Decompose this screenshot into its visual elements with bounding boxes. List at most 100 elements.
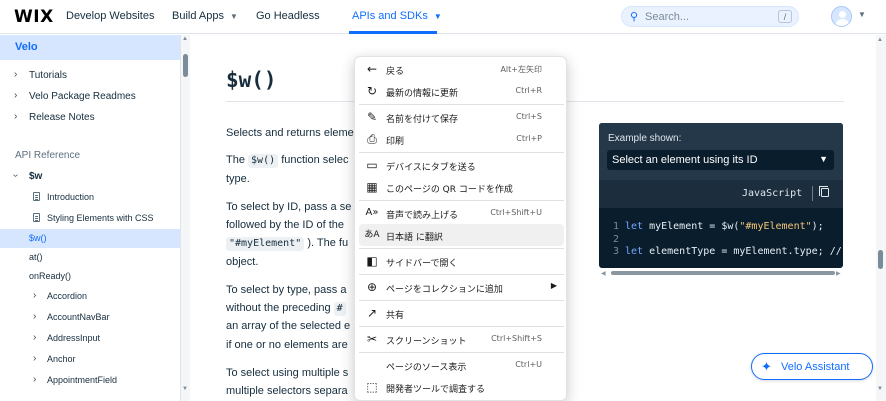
translate-icon: あA [364, 230, 380, 240]
sidebar-item-anchor[interactable]: › Anchor [0, 350, 180, 369]
menu-item-open-in-sidebar[interactable]: ◧ サイドバーで開く [359, 250, 564, 272]
scroll-up-icon[interactable]: ▲ [877, 37, 883, 43]
collection-icon: ⊕ [366, 280, 378, 294]
code-line: 3 let elementType = myElement.type; // [613, 246, 842, 257]
scroll-down-icon[interactable]: ▼ [877, 386, 883, 392]
sidebar-scroll-thumb[interactable] [183, 54, 188, 77]
menu-item-shortcut: Ctrl+Shift+U [490, 208, 542, 217]
menu-divider [359, 300, 564, 301]
nav-label: Develop Websites [66, 10, 155, 22]
scroll-right-icon[interactable]: ▶ [836, 270, 841, 277]
code-keyword: let [625, 246, 644, 257]
page-scrollbar[interactable] [876, 35, 886, 401]
sidebar-item-label: Tutorials [29, 70, 67, 81]
code-string: "#myElement" [739, 221, 812, 232]
menu-item-refresh[interactable]: ↻ 最新の情報に更新 Ctrl+R [359, 80, 564, 102]
text: ). The fu [307, 237, 349, 249]
paragraph: type. [226, 173, 250, 185]
menu-item-label: 最新の情報に更新 [386, 89, 459, 99]
nav-apis-and-sdks[interactable]: APIs and SDKs ▼ [352, 10, 442, 22]
sidebar-item-introduction[interactable]: Introduction [0, 188, 180, 207]
top-navigation: WIX Develop Websites Build Apps ▼ Go Head… [0, 0, 886, 34]
chevron-right-icon: › [33, 290, 37, 301]
scroll-down-icon[interactable]: ▼ [182, 386, 188, 392]
sidebar-item-styling-elements[interactable]: Styling Elements with CSS [0, 209, 180, 228]
nav-develop-websites[interactable]: Develop Websites [66, 10, 154, 22]
chevron-down-icon[interactable]: ▼ [858, 10, 866, 19]
sidebar-item-label: AddressInput [47, 333, 101, 343]
menu-item-send-to-device[interactable]: ▭ デバイスにタブを送る [359, 154, 564, 176]
scroll-left-icon[interactable]: ◀ [601, 270, 606, 277]
paragraph: To select by ID, pass a se [226, 201, 352, 213]
wix-logo[interactable]: WIX [14, 7, 54, 27]
paragraph: To select using multiple s [226, 367, 349, 379]
menu-item-label: サイドバーで開く [386, 259, 458, 269]
menu-item-share[interactable]: ↗ 共有 [359, 302, 564, 324]
read-aloud-icon: A» [365, 207, 379, 218]
chevron-right-icon: › [14, 111, 18, 122]
sidebar-item-onready[interactable]: onReady() [0, 267, 180, 286]
sidebar-item-velo-package-readmes[interactable]: › Velo Package Readmes [0, 87, 180, 106]
chevron-down-icon: ▼ [229, 12, 238, 21]
sidebar-header[interactable]: Velo [0, 35, 180, 60]
code-horizontal-scrollbar[interactable] [611, 271, 835, 275]
nav-build-apps[interactable]: Build Apps ▼ [172, 10, 238, 22]
sidebar-item-tutorials[interactable]: › Tutorials [0, 66, 180, 85]
chevron-right-icon: › [14, 90, 18, 101]
scroll-up-icon[interactable]: ▲ [182, 36, 188, 42]
menu-item-label: このページの QR コードを作成 [386, 185, 513, 195]
menu-item-shortcut: Ctrl+S [515, 112, 542, 121]
velo-assistant-button[interactable]: ✦ Velo Assistant [751, 353, 873, 380]
menu-item-label: 名前を付けて保存 [386, 115, 459, 125]
menu-item-back[interactable]: ← 戻る Alt+左矢印 [359, 58, 564, 80]
document-icon [33, 213, 40, 222]
sidebar-item-label: $w() [29, 233, 47, 243]
velo-assistant-label: Velo Assistant [781, 361, 850, 373]
chevron-down-icon: ▼ [433, 12, 442, 21]
menu-item-label: ページのソース表示 [386, 363, 467, 373]
sidebar-item-w-function[interactable]: $w() [0, 229, 180, 248]
sidebar-item-addressinput[interactable]: › AddressInput [0, 329, 180, 348]
paragraph: followed by the ID of the [226, 219, 345, 231]
inline-code: $w() [248, 154, 279, 168]
sidebar-item-at[interactable]: at() [0, 248, 180, 267]
active-nav-indicator [349, 31, 437, 34]
chevron-right-icon: › [33, 311, 37, 322]
avatar[interactable] [831, 6, 852, 27]
code-line: 2 [613, 234, 625, 245]
menu-item-read-aloud[interactable]: A» 音声で読み上げる Ctrl+Shift+U [359, 202, 564, 224]
sidebar-item-accordion[interactable]: › Accordion [0, 287, 180, 306]
menu-divider [359, 152, 564, 153]
menu-item-label: 印刷 [386, 137, 405, 147]
line-number: 1 [613, 221, 620, 232]
paragraph: without the preceding # [226, 302, 346, 316]
language-label: JavaScript [742, 188, 803, 199]
menu-item-label: デバイスにタブを送る [386, 163, 476, 173]
sidebar-item-accountnavbar[interactable]: › AccountNavBar [0, 308, 180, 327]
search-shortcut-key: / [778, 10, 792, 23]
menu-item-translate[interactable]: あA 日本語 に翻訳 [359, 224, 564, 246]
menu-item-view-source[interactable]: ページのソース表示 Ctrl+U [359, 354, 564, 376]
menu-item-qr-code[interactable]: ▦ このページの QR コードを作成 [359, 176, 564, 198]
sidebar-item-release-notes[interactable]: › Release Notes [0, 108, 180, 127]
sidebar-item-appointmentfield[interactable]: › AppointmentField [0, 371, 180, 390]
menu-item-screenshot[interactable]: ✂ スクリーンショット Ctrl+Shift+S [359, 328, 564, 350]
example-select[interactable]: Select an element using its ID ▼ [607, 150, 834, 170]
sidebar-item-w-group[interactable]: › $w [0, 167, 180, 186]
menu-item-shortcut: Ctrl+R [515, 86, 543, 95]
search-input[interactable]: ⚲ Search... / [621, 6, 799, 27]
page-scroll-thumb[interactable] [878, 250, 883, 269]
paragraph: multiple selectors separa [226, 385, 348, 397]
inline-code: # [333, 302, 346, 316]
qr-code-icon: ▦ [366, 180, 378, 194]
sidebar-scrollbar[interactable] [181, 35, 190, 401]
menu-item-inspect[interactable]: ⬚ 開発者ツールで調査する [359, 376, 564, 398]
page-title: $w() [226, 68, 277, 92]
sidebar-item-label: AccountNavBar [47, 312, 110, 322]
nav-go-headless[interactable]: Go Headless [256, 10, 320, 22]
menu-item-print[interactable]: ⎙ 印刷 Ctrl+P [359, 128, 564, 150]
chevron-right-icon: › [33, 353, 37, 364]
menu-item-add-to-collection[interactable]: ⊕ ページをコレクションに追加 ▶ [359, 276, 564, 298]
copy-icon[interactable] [819, 186, 829, 197]
menu-item-save-as[interactable]: ✎ 名前を付けて保存 Ctrl+S [359, 106, 564, 128]
